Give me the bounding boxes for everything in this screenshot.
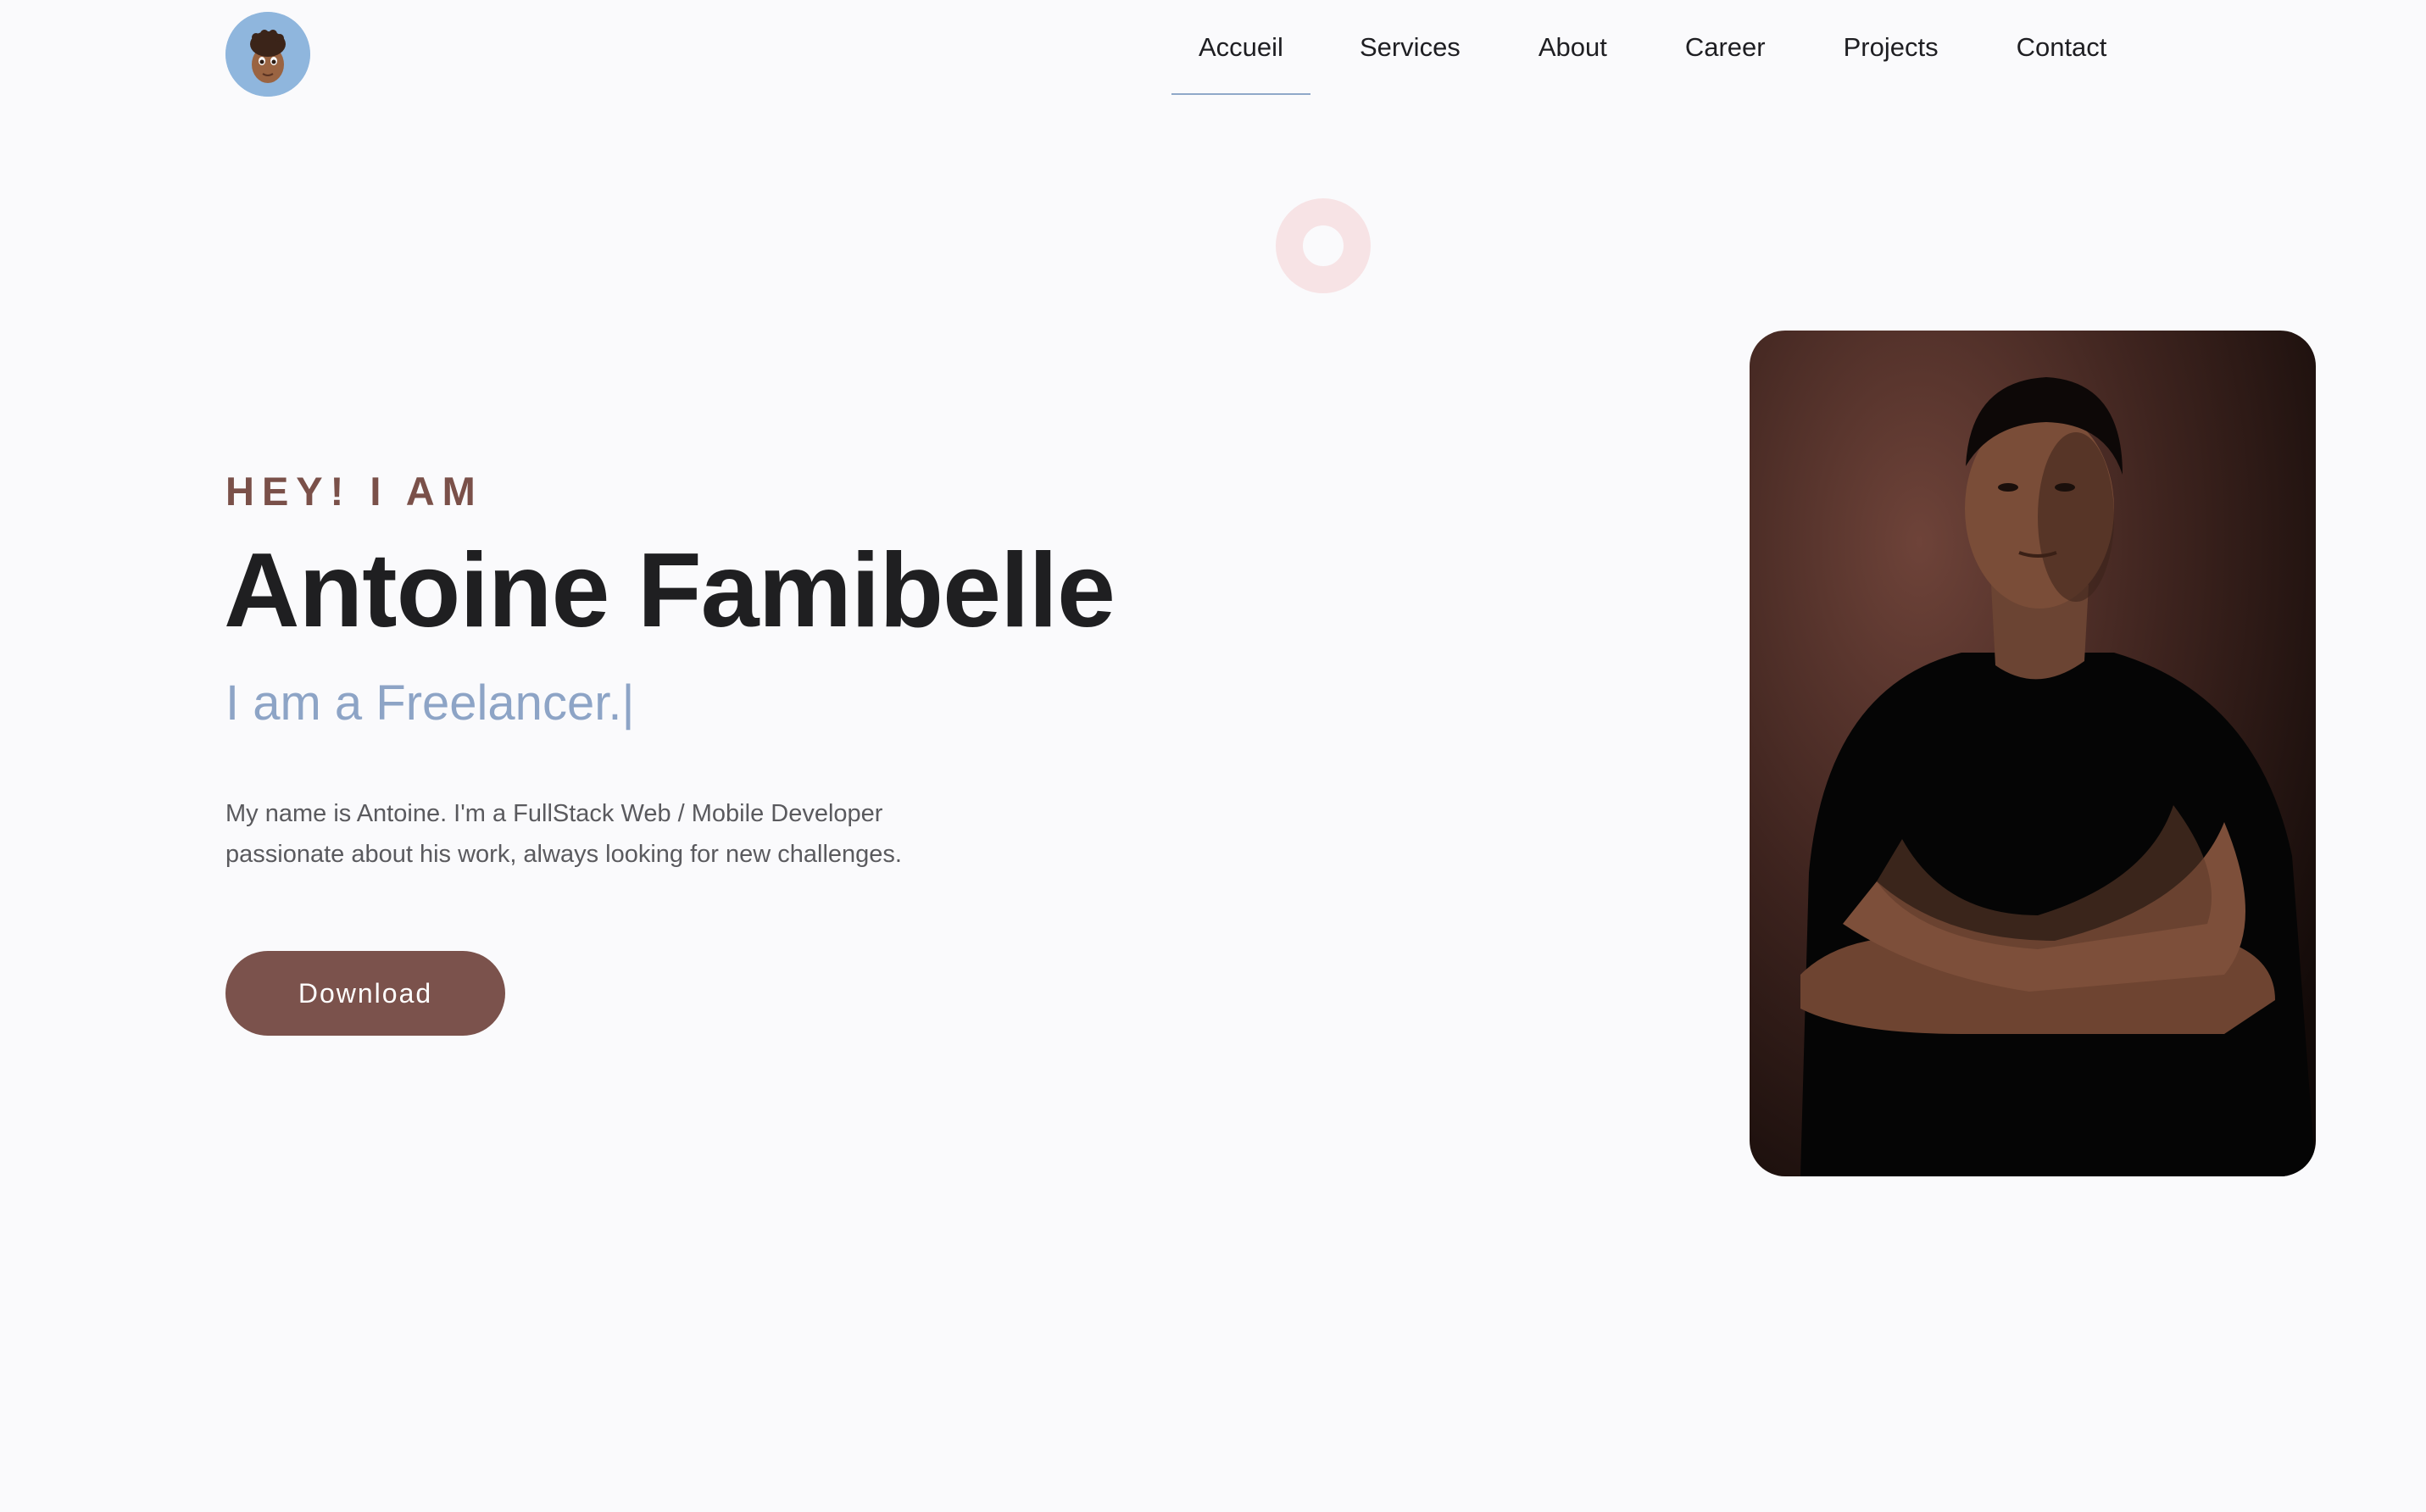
nav-about[interactable]: About xyxy=(1500,0,1646,95)
main-nav: Accueil Services About Career Projects C… xyxy=(1171,0,2145,95)
hero-role: I am a Freelancer.| xyxy=(225,675,635,731)
nav-career[interactable]: Career xyxy=(1646,0,1805,95)
nav-accueil[interactable]: Accueil xyxy=(1171,0,1310,95)
nav-projects-label: Projects xyxy=(1843,32,1939,62)
nav-career-label: Career xyxy=(1684,32,1766,62)
hero-intro: My name is Antoine. I'm a FullStack Web … xyxy=(225,793,988,875)
typing-caret: | xyxy=(621,675,635,731)
nav-contact[interactable]: Contact xyxy=(1978,0,2146,95)
hero-name: Antoine Famibelle xyxy=(224,532,1116,649)
hero-intro-line1: My name is Antoine. I'm a FullStack Web … xyxy=(225,800,883,827)
nav-projects[interactable]: Projects xyxy=(1805,0,1978,95)
hero-role-text: I am a Freelancer. xyxy=(225,675,622,731)
nav-about-label: About xyxy=(1538,32,1607,62)
hero-intro-line2: passionate about his work, always lookin… xyxy=(225,841,902,868)
nav-accueil-label: Accueil xyxy=(1199,32,1283,62)
nav-contact-label: Contact xyxy=(2016,32,2107,62)
page: Accueil Services About Career Projects C… xyxy=(0,0,2426,1512)
ring-decoration-icon xyxy=(1276,198,1371,293)
nav-services[interactable]: Services xyxy=(1310,0,1500,95)
nav-services-label: Services xyxy=(1359,32,1461,62)
hero-eyebrow: HEY! I AM xyxy=(225,469,483,514)
portrait-photo xyxy=(1750,331,2316,1176)
logo-avatar-icon[interactable] xyxy=(225,12,310,97)
download-button[interactable]: Download xyxy=(225,951,505,1036)
